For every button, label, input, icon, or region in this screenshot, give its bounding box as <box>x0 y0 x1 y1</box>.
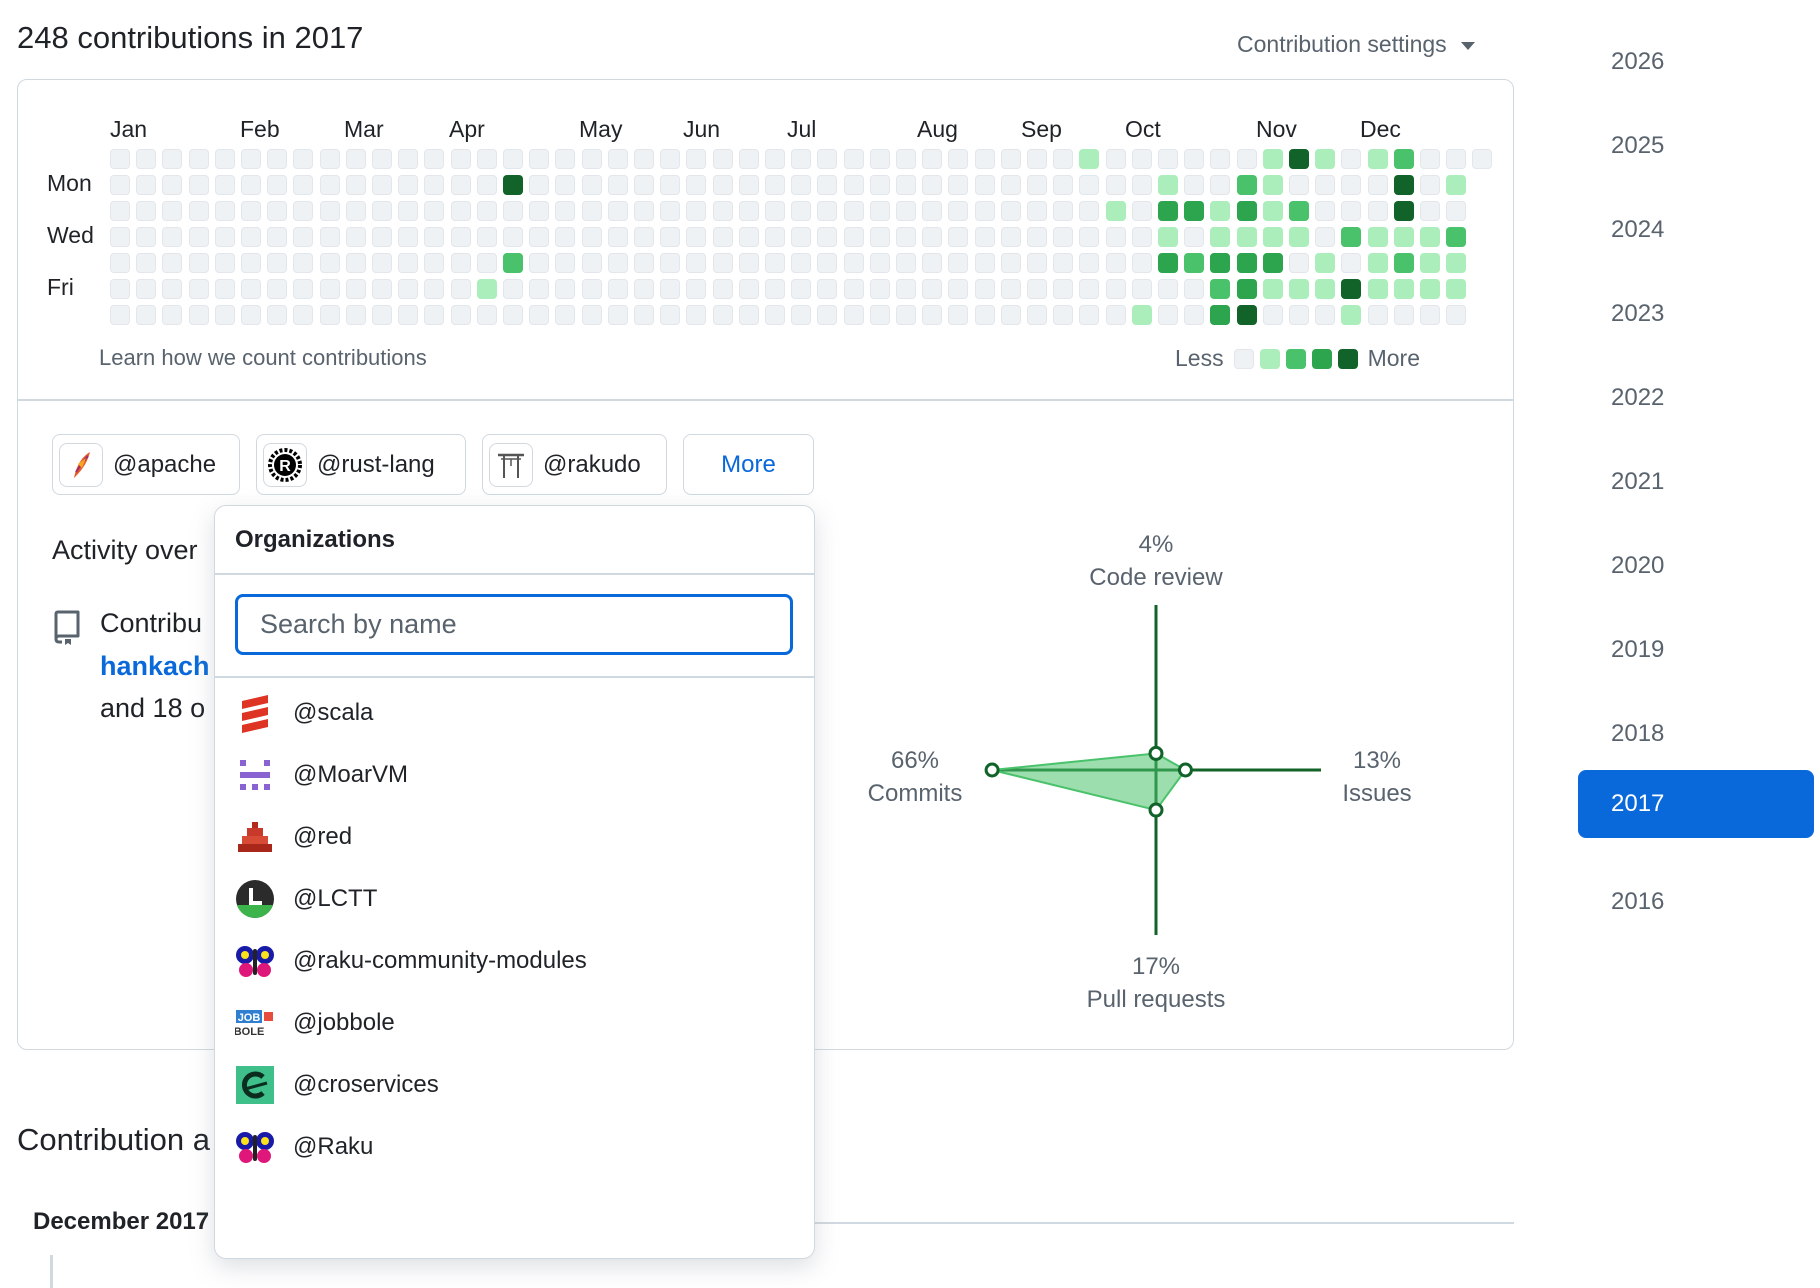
scala-logo-icon <box>235 693 275 733</box>
year-2026[interactable]: 2026 <box>1578 28 1814 96</box>
radar-point <box>1177 762 1193 778</box>
year-2018[interactable]: 2018 <box>1578 700 1814 768</box>
issues-percent: 13% <box>1352 747 1402 774</box>
dropdown-title: Organizations <box>235 526 396 553</box>
camelia-butterfly-icon <box>235 941 275 981</box>
issues-label: Issues <box>1342 780 1412 807</box>
code-review-label: Code review <box>1089 564 1223 591</box>
pull-requests-percent: 17% <box>1131 953 1181 980</box>
camelia-butterfly-icon <box>235 1127 275 1167</box>
red-pyramid-icon <box>235 817 275 857</box>
radar-label-issues: 13% Issues <box>1327 744 1427 810</box>
year-2020[interactable]: 2020 <box>1578 532 1814 600</box>
dropdown-item-croservices[interactable]: @croservices <box>235 1054 795 1116</box>
year-2022[interactable]: 2022 <box>1578 364 1814 432</box>
year-2023[interactable]: 2023 <box>1578 280 1814 348</box>
jobbole-logo-icon: JOB BOLE <box>235 1003 275 1043</box>
dropdown-item-moarvm[interactable]: @MoarVM <box>235 744 795 806</box>
organizations-dropdown: Organizations @scala @MoarVM @red @LCTT … <box>214 505 815 1259</box>
dropdown-item-label: @raku-community-modules <box>293 947 587 974</box>
dropdown-item-label: @croservices <box>293 1071 439 1098</box>
year-2021[interactable]: 2021 <box>1578 448 1814 516</box>
pull-requests-label: Pull requests <box>1086 986 1226 1013</box>
moarvm-logo-icon <box>235 755 275 795</box>
commits-percent: 66% <box>890 747 940 774</box>
radar-point <box>1148 802 1164 818</box>
year-2024[interactable]: 2024 <box>1578 196 1814 264</box>
contribution-activity-title: Contribution a <box>17 1122 211 1157</box>
radar-label-commits: 66% Commits <box>820 744 1010 810</box>
org-search-input[interactable] <box>235 594 793 655</box>
cro-logo-icon <box>235 1065 275 1105</box>
year-2016[interactable]: 2016 <box>1578 868 1814 936</box>
dropdown-item-jobbole[interactable]: JOB BOLE @jobbole <box>235 992 795 1054</box>
radar-label-pull-requests: 17% Pull requests <box>1056 950 1256 1016</box>
svg-text:JOB: JOB <box>238 1012 261 1024</box>
dropdown-item-lctt[interactable]: @LCTT <box>235 868 795 930</box>
dropdown-item-label: @jobbole <box>293 1009 395 1036</box>
dropdown-item-label: @MoarVM <box>293 761 409 788</box>
dropdown-item-raku-community-modules[interactable]: @raku-community-modules <box>235 930 795 992</box>
code-review-percent: 4% <box>1138 531 1174 558</box>
dropdown-item-label: @Raku <box>293 1133 374 1160</box>
dropdown-item-label: @scala <box>293 699 374 726</box>
radar-area <box>991 752 1187 812</box>
dropdown-item-scala[interactable]: @scala <box>235 682 795 744</box>
dropdown-divider <box>215 676 814 678</box>
svg-text:BOLE: BOLE <box>235 1026 264 1038</box>
year-2025[interactable]: 2025 <box>1578 112 1814 180</box>
dropdown-item-label: @LCTT <box>293 885 378 912</box>
dropdown-item-red[interactable]: @red <box>235 806 795 868</box>
radar-label-code-review: 4% Code review <box>1056 528 1256 594</box>
dropdown-item-raku[interactable]: @Raku <box>235 1116 795 1178</box>
dropdown-divider <box>215 573 814 575</box>
radar-point <box>1148 745 1164 761</box>
timeline-line <box>50 1255 53 1288</box>
lctt-logo-icon <box>235 879 275 919</box>
activity-month-heading: December 2017 <box>33 1208 210 1235</box>
year-2017[interactable]: 2017 <box>1578 770 1814 838</box>
dropdown-item-label: @red <box>293 823 353 850</box>
commits-label: Commits <box>867 780 963 807</box>
year-2019[interactable]: 2019 <box>1578 616 1814 684</box>
